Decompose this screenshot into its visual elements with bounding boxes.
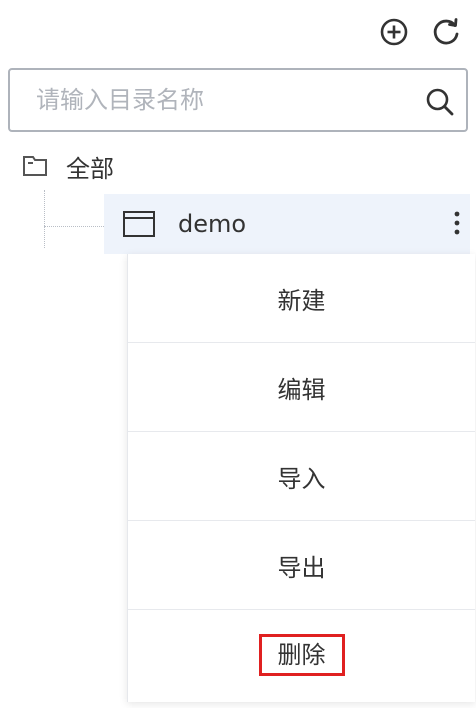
plus-circle-icon <box>380 18 408 46</box>
menu-item-delete[interactable]: 删除 <box>128 610 475 699</box>
search-button[interactable] <box>420 82 460 122</box>
menu-item-new[interactable]: 新建 <box>128 254 475 343</box>
search-box <box>8 68 468 132</box>
refresh-icon <box>433 18 459 45</box>
tree-node-demo[interactable]: demo <box>104 194 470 254</box>
menu-item-label: 导入 <box>277 464 326 493</box>
add-button[interactable] <box>376 14 412 50</box>
tree-node-label: demo <box>178 210 247 238</box>
refresh-button[interactable] <box>428 14 464 50</box>
menu-item-label: 编辑 <box>277 375 326 404</box>
tree-connector-horizontal <box>44 226 104 227</box>
more-actions-button[interactable] <box>446 200 468 246</box>
menu-item-export[interactable]: 导出 <box>128 521 475 610</box>
search-input[interactable] <box>36 78 386 122</box>
more-vertical-icon <box>454 211 460 235</box>
folder-icon <box>23 156 47 176</box>
menu-item-label: 导出 <box>277 553 326 582</box>
menu-item-import[interactable]: 导入 <box>128 432 475 521</box>
menu-item-label: 删除 <box>277 640 326 669</box>
menu-item-edit[interactable]: 编辑 <box>128 343 475 432</box>
search-icon <box>426 88 454 116</box>
window-icon <box>122 210 156 238</box>
tree-connector-vertical <box>44 190 45 248</box>
menu-item-label: 新建 <box>277 286 326 315</box>
delete-highlight-box: 删除 <box>258 633 345 676</box>
tree-root[interactable]: 全部 <box>22 146 114 186</box>
tree-root-label: 全部 <box>66 154 114 183</box>
context-menu: 新建 编辑 导入 导出 删除 <box>127 254 475 702</box>
